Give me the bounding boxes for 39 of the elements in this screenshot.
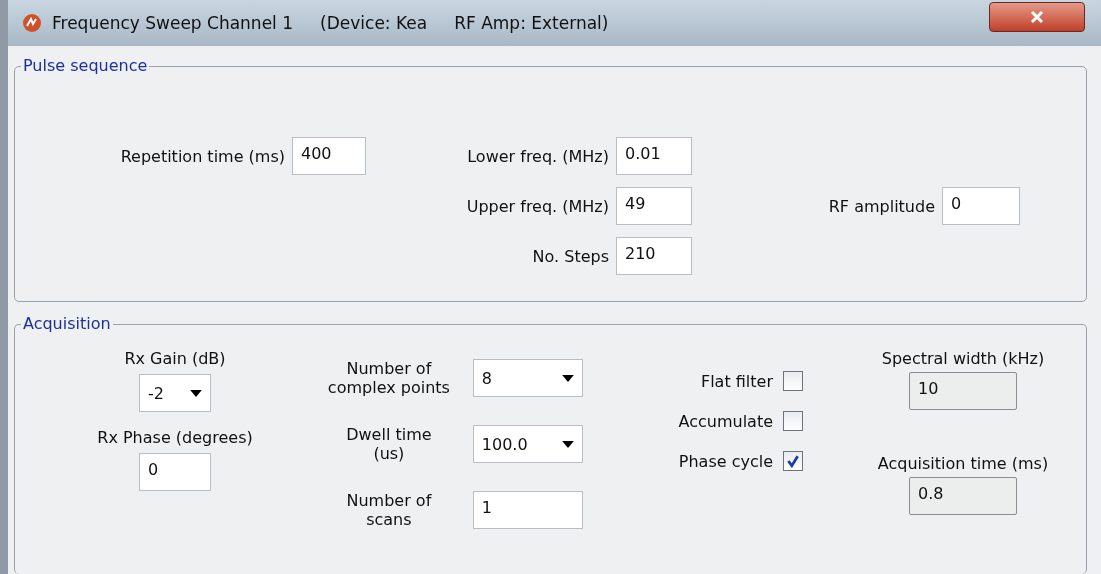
checkbox[interactable] bbox=[783, 451, 803, 471]
caret-icon bbox=[562, 440, 574, 448]
field-label: Repetition time (ms) bbox=[119, 146, 285, 166]
field-label: No. Steps bbox=[531, 246, 609, 266]
group-title: Pulse sequence bbox=[21, 56, 150, 75]
field-label: Rx Gain (dB) bbox=[124, 349, 226, 368]
close-button[interactable] bbox=[989, 2, 1085, 32]
field-label: Number of scans bbox=[345, 490, 433, 530]
field-label: Spectral width (kHz) bbox=[881, 349, 1045, 368]
readonly-field[interactable]: 10 bbox=[909, 372, 1017, 410]
close-icon bbox=[1029, 9, 1045, 25]
app-logo-icon bbox=[22, 13, 42, 33]
field-label: RF amplitude bbox=[827, 196, 935, 216]
field-label: Upper freq. (MHz) bbox=[465, 196, 609, 216]
window-title: Frequency Sweep Channel 1 (Device: Kea RF Amp: External) bbox=[52, 13, 610, 33]
field-label: Rx Phase (degrees) bbox=[97, 428, 253, 447]
caret-icon bbox=[562, 374, 574, 382]
input-field[interactable]: 0.01 bbox=[616, 137, 692, 175]
group-title: Acquisition bbox=[21, 314, 113, 333]
input-field[interactable]: 49 bbox=[616, 187, 692, 225]
input-field[interactable]: 0 bbox=[942, 187, 1020, 225]
checkbox-label: Accumulate bbox=[678, 411, 773, 431]
field-label: Lower freq. (MHz) bbox=[466, 146, 609, 166]
field-label: Number of complex points bbox=[326, 358, 451, 398]
input-field[interactable]: 1 bbox=[472, 491, 583, 529]
caret-icon bbox=[190, 389, 202, 397]
dropdown[interactable]: 100.0 bbox=[472, 425, 583, 463]
checkbox[interactable] bbox=[783, 371, 803, 391]
field-label: Acquisition time (ms) bbox=[877, 454, 1049, 473]
checkbox[interactable] bbox=[783, 411, 803, 431]
field-label: Dwell time (us) bbox=[345, 424, 433, 464]
input-field[interactable]: 400 bbox=[292, 137, 366, 175]
input-field[interactable]: 210 bbox=[616, 237, 692, 275]
dropdown[interactable]: 8 bbox=[472, 359, 583, 397]
readonly-field[interactable]: 0.8 bbox=[909, 477, 1017, 515]
checkbox-label: Flat filter bbox=[700, 371, 773, 391]
input-field[interactable]: 0 bbox=[139, 453, 211, 491]
dropdown[interactable]: -2 bbox=[139, 374, 211, 412]
checkbox-label: Phase cycle bbox=[678, 451, 773, 471]
